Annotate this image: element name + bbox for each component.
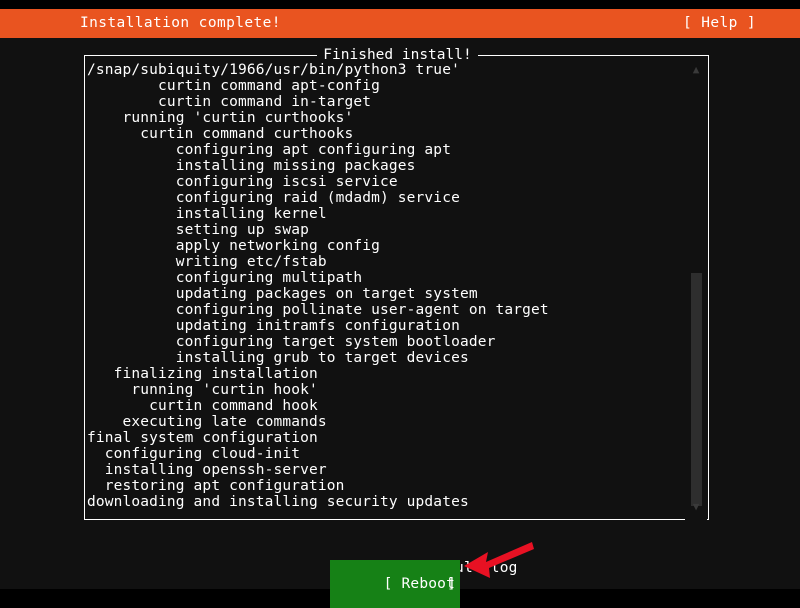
reboot-label: Reboot: [392, 576, 456, 592]
log-line: installing openssh-server: [87, 462, 327, 478]
scroll-up-arrow-icon[interactable]: ▲: [685, 63, 707, 77]
log-line: configuring target system bootloader: [87, 334, 496, 350]
log-line: installing missing packages: [87, 158, 416, 174]
log-line: curtin command in-target: [87, 94, 372, 110]
log-line: /snap/subiquity/1966/usr/bin/python3 tru…: [87, 62, 460, 78]
install-log-output: /snap/subiquity/1966/usr/bin/python3 tru…: [86, 62, 686, 518]
log-line: configuring pollinate user-agent on targ…: [87, 302, 549, 318]
log-line: downloading and installing security upda…: [87, 494, 469, 510]
reboot-button[interactable]: [ Reboot]: [330, 560, 460, 608]
log-line: apply networking config: [87, 238, 381, 254]
log-line: finalizing installation: [87, 366, 318, 382]
log-scrollbar[interactable]: ▲ ▼: [685, 57, 707, 520]
reboot-bracket-right: ]: [447, 576, 456, 592]
log-line: setting up swap: [87, 222, 309, 238]
log-line: configuring multipath: [87, 270, 363, 286]
log-line: installing grub to target devices: [87, 350, 469, 366]
reboot-bracket-left: [: [383, 576, 393, 592]
log-line: curtin command curthooks: [87, 126, 354, 142]
log-line: executing late commands: [87, 414, 327, 430]
log-line: updating initramfs configuration: [87, 318, 460, 334]
log-line: curtin command hook: [87, 398, 318, 414]
log-line: running 'curtin curthooks': [87, 110, 354, 126]
terminal-screen: Installation complete! [ Help ] Finished…: [0, 0, 800, 608]
install-log-panel: Finished install! /snap/subiquity/1966/u…: [84, 47, 709, 520]
log-line: configuring apt configuring apt: [87, 142, 452, 158]
installer-header-bar: Installation complete! [ Help ]: [0, 9, 800, 38]
log-line: installing kernel: [87, 206, 327, 222]
log-line: running 'curtin hook': [87, 382, 318, 398]
scroll-down-arrow-icon[interactable]: ▼: [685, 500, 707, 514]
page-title: Installation complete!: [80, 15, 281, 31]
log-line: writing etc/fstab: [87, 254, 327, 270]
log-line: configuring raid (mdadm) service: [87, 190, 460, 206]
log-line: curtin command apt-config: [87, 78, 381, 94]
log-line: final system configuration: [87, 430, 318, 446]
log-line: updating packages on target system: [87, 286, 478, 302]
log-line: configuring iscsi service: [87, 174, 398, 190]
log-line: restoring apt configuration: [87, 478, 345, 494]
scrollbar-thumb[interactable]: [691, 273, 702, 506]
help-button[interactable]: [ Help ]: [683, 9, 756, 38]
log-line: configuring cloud-init: [87, 446, 301, 462]
